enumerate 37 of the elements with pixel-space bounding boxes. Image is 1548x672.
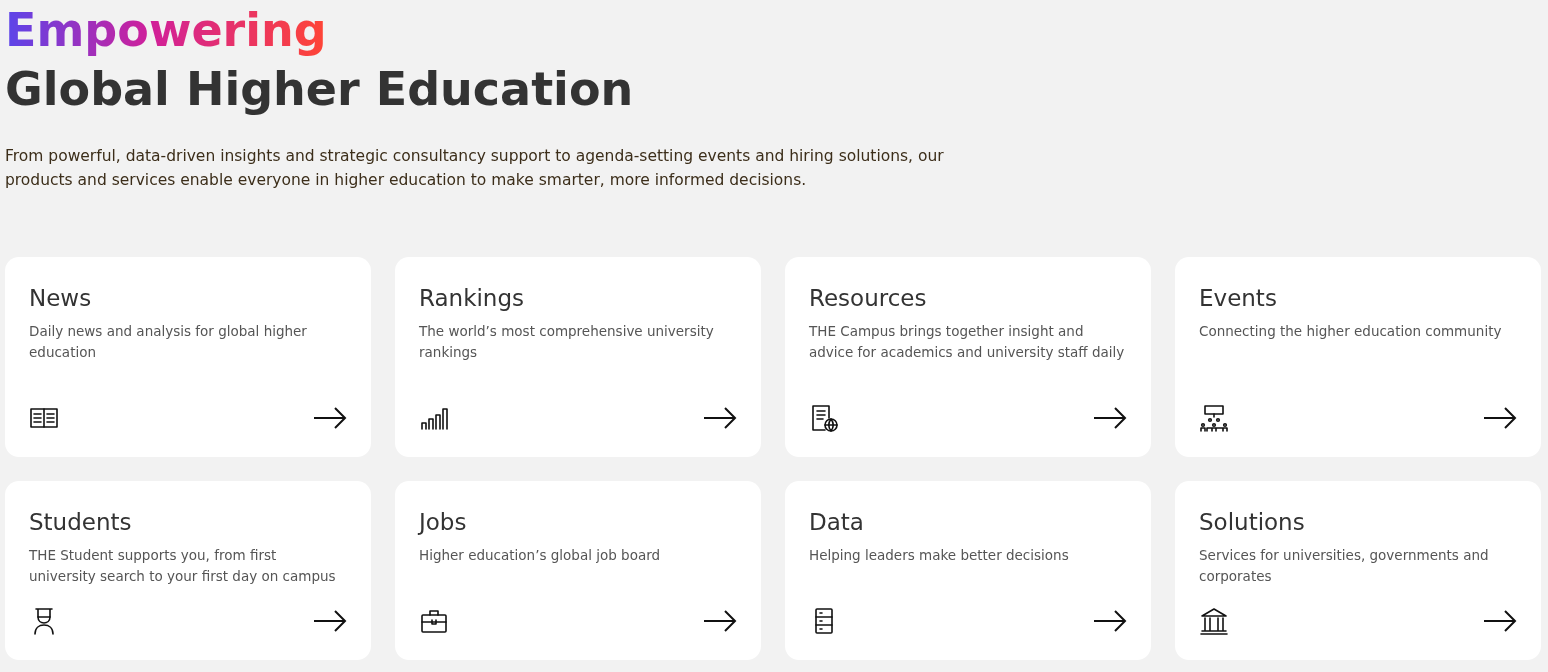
card-description: Connecting the higher education community <box>1199 322 1503 341</box>
card-description: Helping leaders make better decisions <box>809 546 1070 565</box>
arrow-right-icon[interactable] <box>1093 407 1127 429</box>
card-title: Solutions <box>1199 508 1306 537</box>
card-title: Data <box>809 508 865 537</box>
card-title: News <box>29 284 93 313</box>
category-card[interactable]: Solutions Services for universities, governments and corporates <box>1175 481 1541 660</box>
card-title: Jobs <box>419 508 468 537</box>
card-title: Rankings <box>419 284 526 313</box>
card-description: THE Student supports you, from first university search to your first day on campus <box>29 546 337 586</box>
card-title: Students <box>29 508 133 537</box>
headline: Global Higher Education <box>5 61 635 118</box>
card-description: Higher education’s global job board <box>419 546 662 565</box>
arrow-right-icon[interactable] <box>703 610 737 632</box>
institution-icon <box>1199 606 1229 636</box>
category-card[interactable]: Resources THE Campus brings together insight and advice for academics and university staff daily <box>785 257 1151 457</box>
card-title: Events <box>1199 284 1278 313</box>
card-description: Services for universities, governments and corporates <box>1199 546 1490 586</box>
arrow-right-icon[interactable] <box>313 407 347 429</box>
category-card[interactable]: Rankings The world’s most comprehensive university rankings <box>395 257 761 457</box>
audience-icon <box>1199 403 1229 433</box>
card-description: Daily news and analysis for global higher education <box>29 322 308 362</box>
arrow-right-icon[interactable] <box>1483 610 1517 632</box>
category-card[interactable]: Data Helping leaders make better decisions <box>785 481 1151 660</box>
category-card[interactable]: Events Connecting the higher education community <box>1175 257 1541 457</box>
category-card[interactable]: News Daily news and analysis for global higher education <box>5 257 371 457</box>
arrow-right-icon[interactable] <box>313 610 347 632</box>
card-description: THE Campus brings together insight and advice for academics and university staff daily <box>809 322 1126 362</box>
document-globe-icon <box>809 403 839 433</box>
category-card[interactable]: Students THE Student supports you, from first university search to your first day on campus <box>5 481 371 660</box>
category-card[interactable]: Jobs Higher education’s global job board <box>395 481 761 660</box>
arrow-right-icon[interactable] <box>703 407 737 429</box>
arrow-right-icon[interactable] <box>1093 610 1127 632</box>
card-title: Resources <box>809 284 928 313</box>
intro-paragraph: From powerful, data-driven insights and strategic consultancy support to agenda-setting events and hiring solutions, our products and services enable everyone in higher education to make smarter, more informed decisions. <box>5 146 945 191</box>
arrow-right-icon[interactable] <box>1483 407 1517 429</box>
card-description: The world’s most comprehensive university rankings <box>419 322 715 362</box>
